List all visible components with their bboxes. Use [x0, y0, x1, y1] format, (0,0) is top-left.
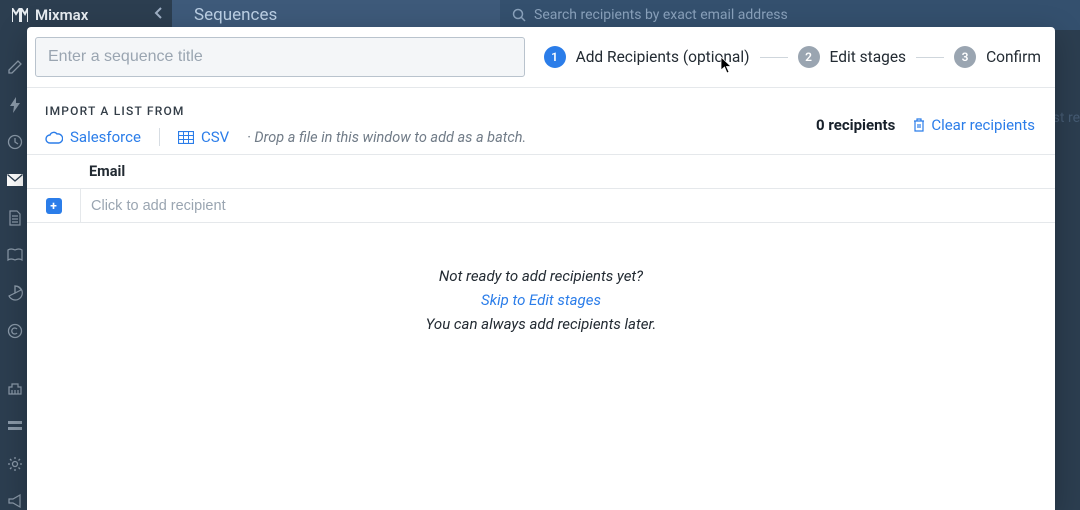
step-divider: [916, 57, 944, 58]
salesforce-label: Salesforce: [70, 128, 141, 146]
step-1-badge: 1: [544, 46, 566, 68]
wizard-steps: 1 Add Recipients (optional) 2 Edit stage…: [544, 46, 1041, 68]
bolt-icon[interactable]: [6, 96, 24, 114]
step-2-badge: 2: [798, 46, 820, 68]
add-recipient-input[interactable]: [81, 189, 1055, 222]
step-3-label: Confirm: [986, 48, 1041, 66]
csv-label: CSV: [201, 128, 229, 146]
brand-text: Mixmax: [35, 6, 88, 24]
copyright-icon[interactable]: [6, 322, 24, 340]
document-icon[interactable]: [6, 209, 24, 227]
compose-icon[interactable]: [6, 58, 24, 76]
empty-line1: Not ready to add recipients yet?: [27, 267, 1055, 285]
gear-icon[interactable]: [6, 455, 24, 473]
import-from-label: IMPORT A LIST FROM: [45, 104, 526, 118]
megaphone-icon[interactable]: [6, 492, 24, 510]
step-confirm[interactable]: 3 Confirm: [954, 46, 1041, 68]
drop-file-hint: · Drop a file in this window to add as a…: [247, 129, 526, 146]
collapse-icon[interactable]: [154, 7, 164, 23]
step-divider: [760, 57, 788, 58]
rows-icon[interactable]: [6, 417, 24, 435]
search-icon: [512, 8, 526, 22]
create-sequence-modal: 1 Add Recipients (optional) 2 Edit stage…: [27, 27, 1055, 510]
import-salesforce-button[interactable]: Salesforce: [45, 128, 141, 146]
trash-icon: [913, 118, 925, 132]
step-add-recipients[interactable]: 1 Add Recipients (optional): [544, 46, 750, 68]
search-placeholder: Search recipients by exact email address: [534, 7, 788, 23]
clear-label: Clear recipients: [931, 116, 1035, 134]
step-edit-stages[interactable]: 2 Edit stages: [798, 46, 907, 68]
mail-icon[interactable]: [6, 171, 24, 189]
vertical-divider: [159, 128, 160, 146]
clear-recipients-button[interactable]: Clear recipients: [913, 116, 1035, 134]
brand-logo-icon: [12, 8, 28, 22]
page-title: Sequences: [172, 0, 500, 30]
page-title-text: Sequences: [194, 5, 277, 25]
recipient-search[interactable]: Search recipients by exact email address: [500, 0, 1080, 30]
clock-icon[interactable]: [6, 133, 24, 151]
empty-state: Not ready to add recipients yet? Skip to…: [27, 267, 1055, 333]
book-icon[interactable]: [6, 246, 24, 264]
table-header-email: Email: [27, 154, 1055, 189]
background-text-fragment: st re: [1053, 110, 1080, 126]
skip-to-edit-stages-link[interactable]: Skip to Edit stages: [481, 291, 601, 309]
step-1-label: Add Recipients (optional): [576, 48, 750, 66]
add-recipient-row[interactable]: +: [27, 189, 1055, 223]
pie-icon[interactable]: [6, 284, 24, 302]
step-2-label: Edit stages: [830, 48, 907, 66]
recipient-count: 0 recipients: [816, 116, 895, 134]
step-3-badge: 3: [954, 46, 976, 68]
cloud-icon: [45, 131, 63, 144]
left-rail: [0, 30, 30, 510]
grid-icon: [178, 131, 194, 144]
plus-icon[interactable]: +: [46, 198, 62, 214]
empty-line2: You can always add recipients later.: [27, 315, 1055, 333]
building-icon[interactable]: [6, 379, 24, 397]
brand: Mixmax: [0, 0, 172, 30]
import-csv-button[interactable]: CSV: [178, 128, 229, 146]
sequence-title-input[interactable]: [35, 37, 525, 77]
